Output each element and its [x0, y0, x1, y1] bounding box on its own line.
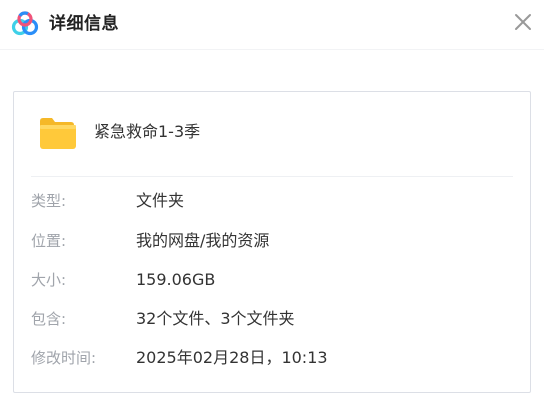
folder-name: 紧急救命1-3季	[94, 122, 201, 141]
dialog-title: 详细信息	[49, 14, 119, 34]
folder-icon	[40, 118, 76, 149]
detail-row-location: 位置: 我的网盘/我的资源	[31, 228, 511, 254]
close-icon[interactable]	[511, 10, 535, 34]
detail-value: 文件夹	[136, 191, 185, 210]
detail-row-type: 类型: 文件夹	[31, 188, 511, 214]
detail-label: 位置:	[31, 232, 67, 250]
detail-label: 大小:	[31, 271, 67, 289]
baidu-netdisk-logo-icon	[11, 11, 39, 36]
dialog-header: 详细信息	[0, 0, 544, 50]
detail-value: 159.06GB	[136, 270, 216, 289]
detail-label: 类型:	[31, 192, 67, 210]
detail-row-contains: 包含: 32个文件、3个文件夹	[31, 306, 511, 332]
detail-value: 2025年02月28日，10:13	[136, 348, 328, 367]
detail-label: 包含:	[31, 310, 67, 328]
detail-value: 32个文件、3个文件夹	[136, 309, 295, 328]
divider	[31, 176, 513, 177]
details-panel: 紧急救命1-3季 类型: 文件夹 位置: 我的网盘/我的资源 大小: 159.0…	[13, 91, 531, 393]
detail-row-modified: 修改时间: 2025年02月28日，10:13	[31, 345, 511, 371]
detail-row-size: 大小: 159.06GB	[31, 267, 511, 293]
detail-label: 修改时间:	[31, 349, 97, 367]
details-dialog: 详细信息 紧急救命1-3季 类型: 文件夹 位置: 我的网盘/我的资源 大小: …	[0, 0, 544, 409]
detail-value: 我的网盘/我的资源	[136, 231, 270, 250]
